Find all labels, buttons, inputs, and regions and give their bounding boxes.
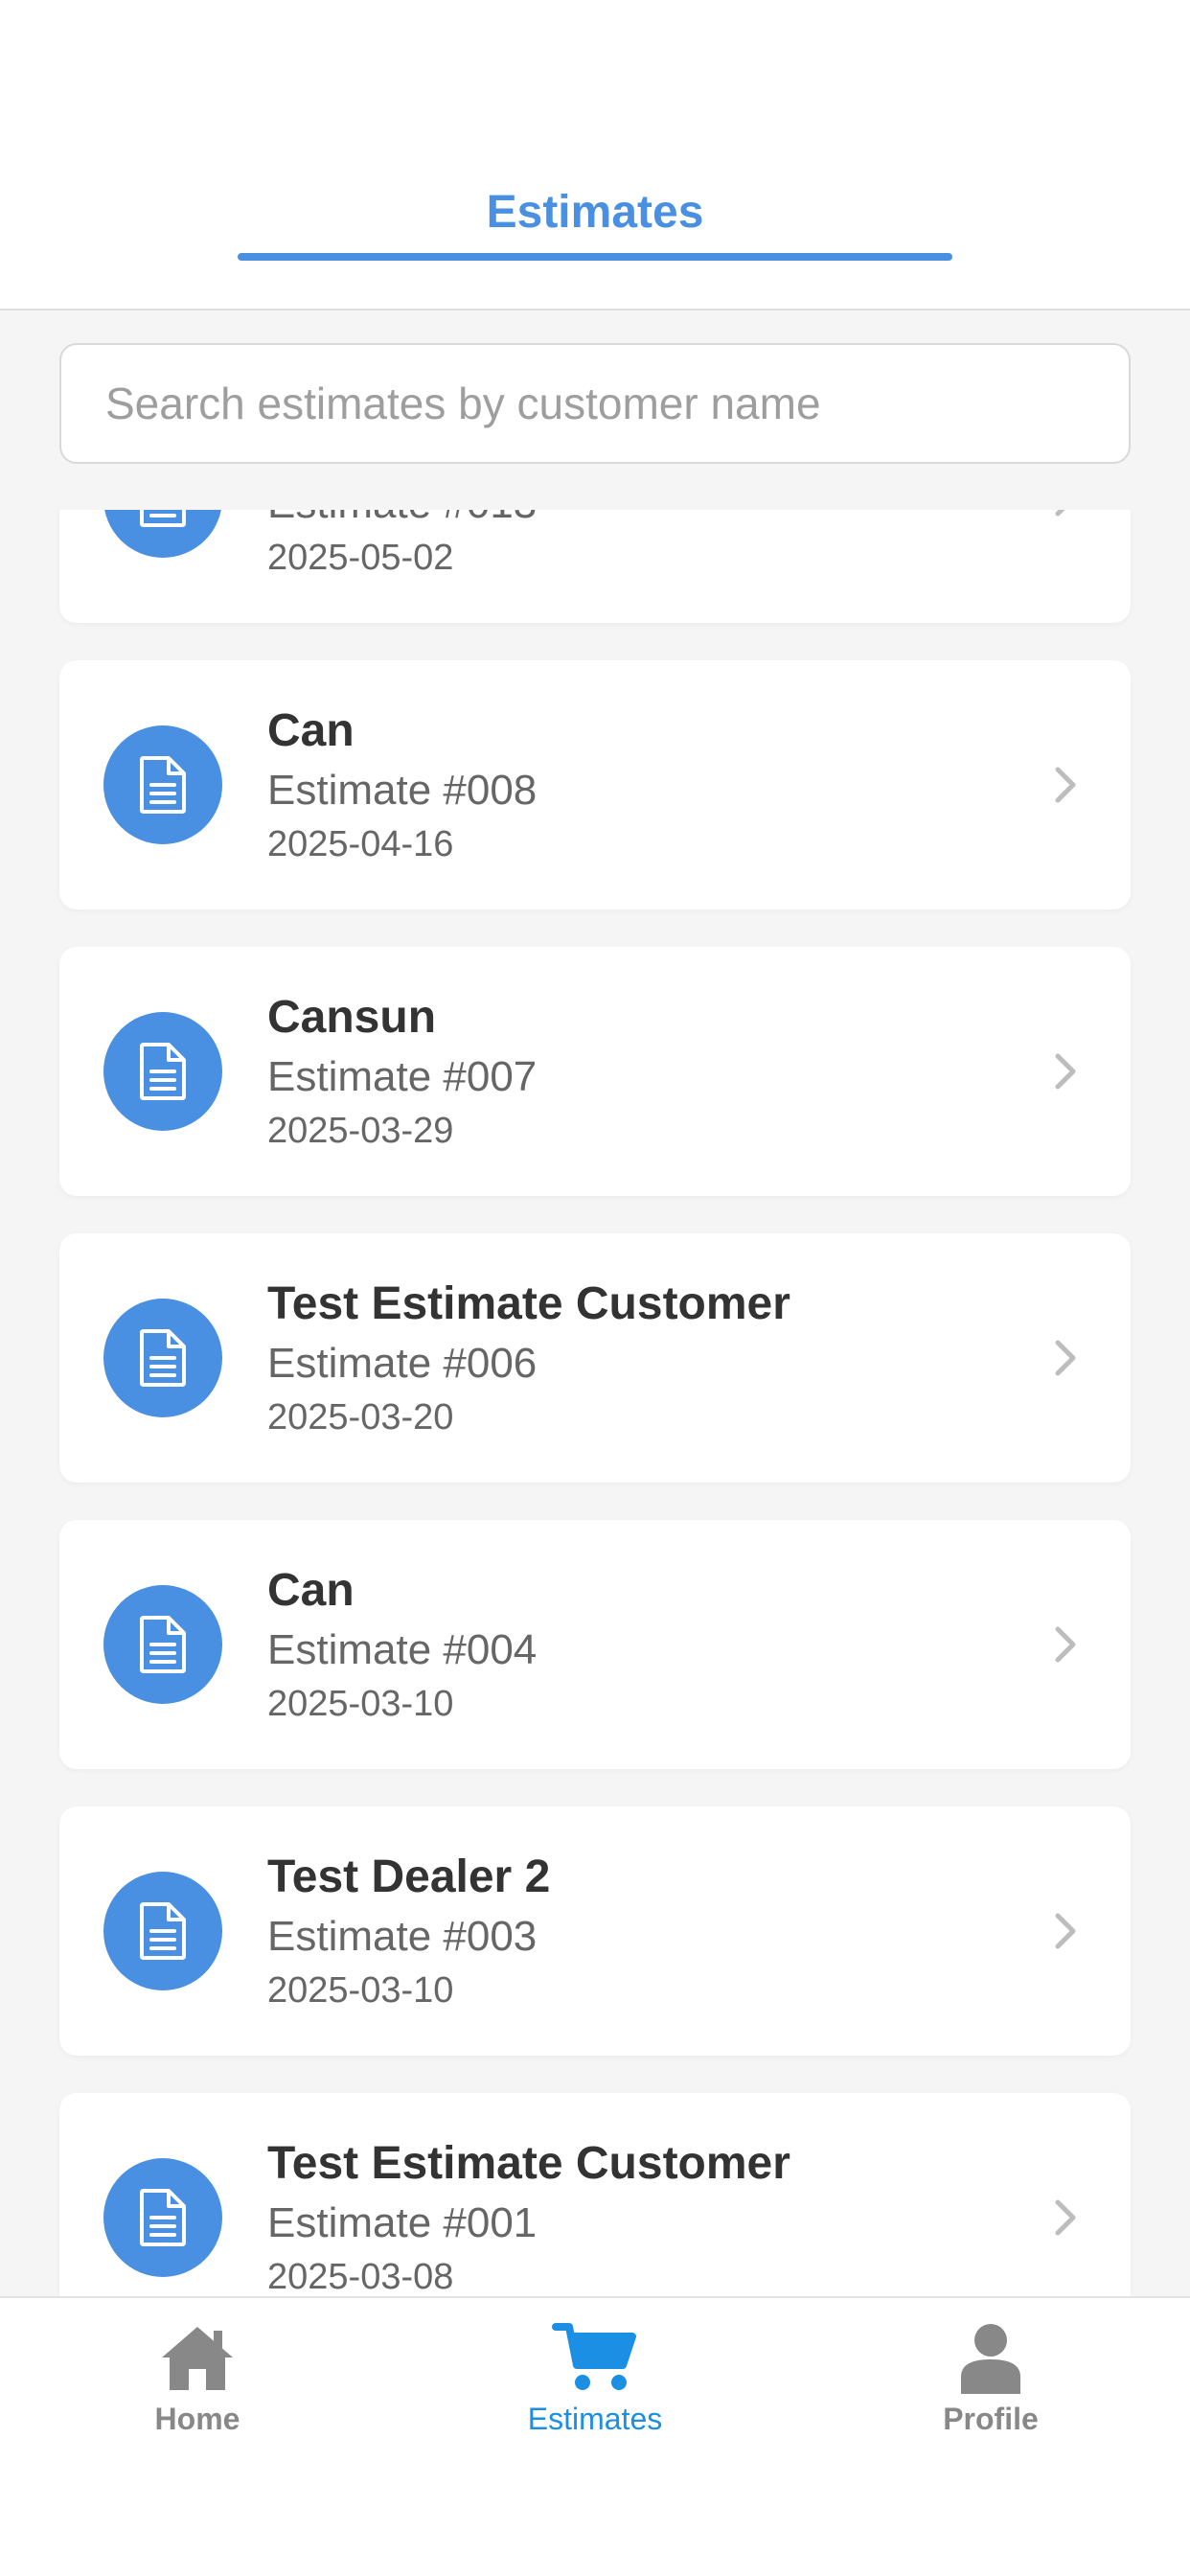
estimate-date: 2025-03-10 <box>267 1684 454 1724</box>
document-icon <box>103 2158 222 2277</box>
nav-home[interactable]: Home <box>82 2321 312 2446</box>
estimate-date: 2025-04-16 <box>267 824 454 864</box>
estimate-date: 2025-03-08 <box>267 2257 454 2296</box>
estimate-number: Estimate #003 <box>267 1913 538 1960</box>
estimate-number: Estimate #007 <box>267 1053 538 1100</box>
document-icon <box>103 510 222 558</box>
estimate-card[interactable]: Test Estimate Customer Estimate #001 2025-… <box>59 2093 1131 2296</box>
home-icon <box>162 2327 233 2390</box>
nav-estimates-label: Estimates <box>527 2402 663 2436</box>
estimate-card[interactable]: Test Estimate Customer Estimate #006 2025-… <box>59 1233 1131 1483</box>
document-icon <box>103 1585 222 1704</box>
estimate-card[interactable]: Estimate #013 2025-05-02 <box>59 510 1131 623</box>
nav-estimates[interactable]: Estimates <box>480 2321 710 2446</box>
chevron-right-icon <box>1055 1626 1076 1663</box>
nav-home-label: Home <box>154 2402 240 2436</box>
search-input[interactable] <box>61 345 1129 462</box>
estimate-customer-name: Can <box>267 705 355 756</box>
tab-estimates-title[interactable]: Estimates <box>0 182 1190 243</box>
estimate-card[interactable]: Can Estimate #008 2025-04-16 <box>59 660 1131 909</box>
estimate-customer-name: Test Estimate Customer <box>267 2138 790 2189</box>
estimate-date: 2025-05-02 <box>267 538 454 578</box>
estimates-list[interactable]: Estimate #013 2025-05-02 Can Estimate #008 2… <box>0 510 1190 2296</box>
chevron-right-icon <box>1055 1913 1076 1949</box>
app-header: Estimates <box>0 0 1190 310</box>
estimate-number: Estimate #008 <box>267 767 538 814</box>
estimate-card[interactable]: Cansun Estimate #007 2025-03-29 <box>59 947 1131 1196</box>
estimate-customer-name: Test Estimate Customer <box>267 1278 790 1329</box>
chevron-right-icon <box>1055 510 1065 517</box>
chevron-right-icon <box>1055 2199 1076 2236</box>
bottom-nav-bar: Home Estimates Profile <box>0 2296 1190 2576</box>
estimate-number: Estimate #001 <box>267 2199 538 2246</box>
chevron-right-icon <box>1055 767 1076 803</box>
estimate-date: 2025-03-20 <box>267 1397 454 1438</box>
chevron-right-icon <box>1055 1340 1076 1376</box>
nav-profile[interactable]: Profile <box>876 2321 1106 2446</box>
estimate-customer-name: Cansun <box>267 992 437 1043</box>
nav-profile-label: Profile <box>943 2402 1039 2436</box>
document-icon <box>103 1872 222 1990</box>
estimate-number: Estimate #013 <box>267 510 537 529</box>
estimate-card[interactable]: Test Dealer 2 Estimate #003 2025-03-10 <box>59 1806 1131 2056</box>
estimate-card[interactable]: Can Estimate #004 2025-03-10 <box>59 1520 1131 1769</box>
document-icon <box>103 1299 222 1417</box>
estimate-number: Estimate #006 <box>267 1340 538 1387</box>
document-icon <box>103 725 222 844</box>
estimate-date: 2025-03-10 <box>267 1970 454 2011</box>
document-icon <box>103 1012 222 1131</box>
user-icon <box>961 2324 1020 2394</box>
estimate-date: 2025-03-29 <box>267 1111 454 1151</box>
estimate-customer-name: Can <box>267 1565 355 1616</box>
search-bar <box>59 343 1131 464</box>
estimate-customer-name: Test Dealer 2 <box>267 1852 551 1902</box>
estimate-number: Estimate #004 <box>267 1626 538 1673</box>
active-tab-indicator <box>238 253 952 261</box>
cart-icon <box>552 2323 636 2390</box>
chevron-right-icon <box>1055 1053 1076 1090</box>
